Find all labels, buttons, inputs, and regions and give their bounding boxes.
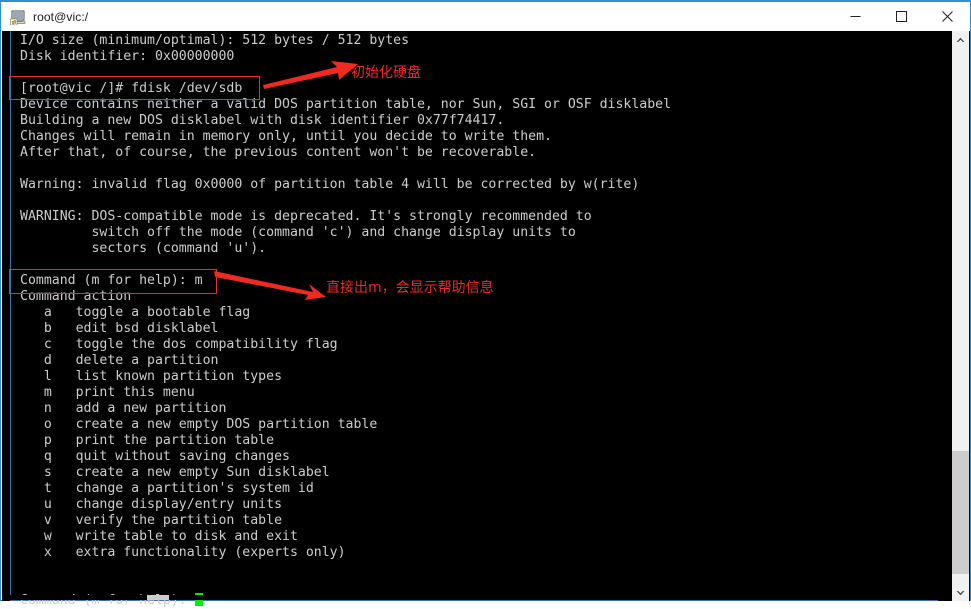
vertical-scrollbar-thumb[interactable] xyxy=(952,451,969,574)
terminal-line: Device contains neither a valid DOS part… xyxy=(20,97,672,112)
window-title: root@vic:/ xyxy=(33,9,89,24)
maximize-button[interactable] xyxy=(878,2,924,31)
terminal-line: Changes will remain in memory only, unti… xyxy=(20,129,552,144)
terminal-body[interactable]: I/O size (minimum/optimal): 512 bytes / … xyxy=(2,31,970,608)
terminal-line: Disk identifier: 0x00000000 xyxy=(20,49,235,64)
scroll-up-button[interactable] xyxy=(952,31,969,48)
terminal-line: sectors (command 'u'). xyxy=(20,241,267,256)
minimize-button[interactable] xyxy=(832,2,878,31)
terminal-line: m print this menu xyxy=(20,385,195,400)
terminal-line: d delete a partition xyxy=(20,353,219,368)
terminal-line: q quit without saving changes xyxy=(20,449,290,464)
terminal-line: Warning: invalid flag 0x0000 of partitio… xyxy=(20,177,640,192)
terminal-text-frame: I/O size (minimum/optimal): 512 bytes / … xyxy=(10,31,938,608)
terminal-line: After that, of course, the previous cont… xyxy=(20,145,537,160)
annotation-label-help-info: 直接出m，会显示帮助信息 xyxy=(326,280,494,296)
terminal-line: I/O size (minimum/optimal): 512 bytes / … xyxy=(20,33,410,48)
terminal-line: o create a new empty DOS partition table xyxy=(20,417,378,432)
terminal-line: n add a new partition xyxy=(20,401,227,416)
terminal-line: switch off the mode (command 'c') and ch… xyxy=(20,225,576,240)
terminal-line: v verify the partition table xyxy=(20,513,283,528)
terminal-window: root@vic:/ I/O size (minimum/optimal): 5… xyxy=(0,0,971,608)
scrollbar-corner xyxy=(952,595,969,600)
terminal-line: w write table to disk and exit xyxy=(20,529,298,544)
window-titlebar[interactable]: root@vic:/ xyxy=(1,2,970,31)
terminal-line: c toggle the dos compatibility flag xyxy=(20,337,338,352)
terminal-output: I/O size (minimum/optimal): 512 bytes / … xyxy=(20,33,935,609)
terminal-line: l list known partition types xyxy=(20,369,283,384)
close-button[interactable] xyxy=(924,2,970,31)
terminal-line: b edit bsd disklabel xyxy=(20,321,219,336)
terminal-line: [root@vic /]# fdisk /dev/sdb xyxy=(20,81,243,96)
horizontal-scrollbar-thumb[interactable] xyxy=(147,595,169,600)
vertical-scrollbar[interactable] xyxy=(952,31,969,601)
annotation-label-initialize-disk: 初始化硬盘 xyxy=(351,65,421,81)
terminal-line: WARNING: DOS-compatible mode is deprecat… xyxy=(20,209,592,224)
terminal-line: u change display/entry units xyxy=(20,497,283,512)
terminal-line: x extra functionality (experts only) xyxy=(20,545,346,560)
terminal-line: a toggle a bootable flag xyxy=(20,305,251,320)
terminal-line: s create a new empty Sun disklabel xyxy=(20,465,330,480)
terminal-line: t change a partition's system id xyxy=(20,481,314,496)
window-controls xyxy=(832,2,970,31)
terminal-line: Building a new DOS disklabel with disk i… xyxy=(20,113,505,128)
terminal-line: p print the partition table xyxy=(20,433,275,448)
terminal-shortcut-icon xyxy=(10,9,26,25)
horizontal-scrollbar[interactable] xyxy=(2,595,953,600)
